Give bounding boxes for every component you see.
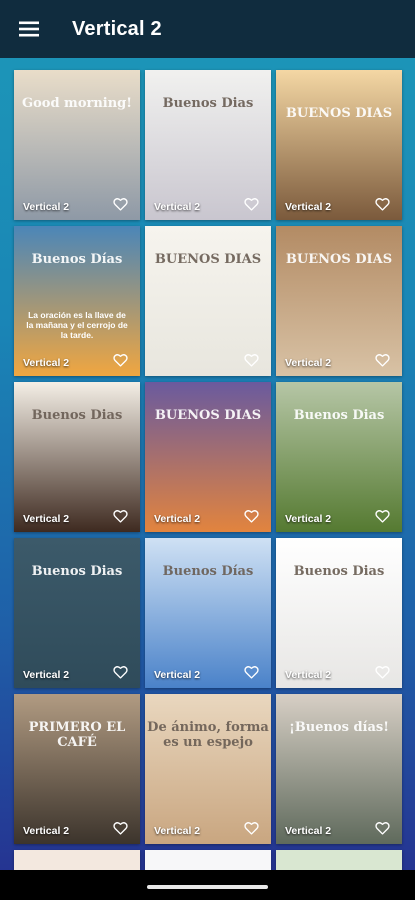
wallpaper-grid: Good morning! Vertical 2 Buenos Dias Vertic… bbox=[0, 58, 415, 870]
thumbnail-caption: De ánimo, forma es un espejo bbox=[147, 720, 269, 750]
card-label: Vertical 2 bbox=[154, 513, 201, 525]
wallpaper-card[interactable]: Buenos Dias Vertical 2 bbox=[145, 70, 271, 220]
thumbnail-caption: Buenos Dias bbox=[162, 96, 254, 111]
card-label: Vertical 2 bbox=[154, 201, 201, 213]
thumbnail-caption: BUENOS DIAS bbox=[154, 252, 262, 267]
thumbnail-caption: Buenos Dias bbox=[293, 408, 385, 423]
menu-button[interactable] bbox=[0, 0, 58, 58]
wallpaper-card[interactable]: Buenos Dias Vertical 2 bbox=[276, 538, 402, 688]
wallpaper-card[interactable] bbox=[276, 850, 402, 870]
thumbnail-caption: Buenos Dias bbox=[293, 564, 385, 579]
thumbnail-caption: Buenos Días bbox=[162, 564, 254, 579]
wallpaper-card[interactable]: Buenos Días Vertical 2 bbox=[145, 538, 271, 688]
wallpaper-card[interactable]: BUENOS DIAS Vertical 2 bbox=[276, 226, 402, 376]
card-label: Vertical 2 bbox=[23, 357, 70, 369]
wallpaper-card[interactable]: PRIMERO EL CAFÉ Vertical 2 bbox=[14, 694, 140, 844]
thumbnail-caption: BUENOS DIAS bbox=[285, 252, 393, 267]
heart-outline-icon[interactable] bbox=[113, 665, 128, 679]
wallpaper-card[interactable] bbox=[145, 850, 271, 870]
thumbnail-caption: PRIMERO EL CAFÉ bbox=[28, 720, 126, 750]
heart-outline-icon[interactable] bbox=[244, 197, 259, 211]
app-title: Vertical 2 bbox=[72, 17, 162, 40]
app-bar: Vertical 2 bbox=[0, 0, 415, 58]
card-label: Vertical 2 bbox=[285, 669, 332, 681]
wallpaper-card[interactable]: BUENOS DIAS Vertical 2 bbox=[276, 70, 402, 220]
heart-outline-icon[interactable] bbox=[244, 509, 259, 523]
heart-outline-icon[interactable] bbox=[244, 665, 259, 679]
thumbnail-caption: Good morning! bbox=[22, 96, 132, 111]
heart-outline-icon[interactable] bbox=[113, 197, 128, 211]
hamburger-menu-icon bbox=[19, 21, 39, 37]
thumbnail-caption: Buenos Días bbox=[31, 252, 123, 267]
thumbnail-caption: Buenos Dias bbox=[31, 408, 123, 423]
heart-outline-icon[interactable] bbox=[375, 509, 390, 523]
wallpaper-card[interactable] bbox=[14, 850, 140, 870]
card-label: Vertical 2 bbox=[23, 669, 70, 681]
heart-outline-icon[interactable] bbox=[375, 353, 390, 367]
thumbnail-caption: ¡Buenos días! bbox=[289, 720, 389, 735]
wallpaper-card[interactable]: BUENOS DIAS Vertical 2 bbox=[145, 382, 271, 532]
thumbnail-caption: BUENOS DIAS bbox=[154, 408, 262, 423]
heart-outline-icon[interactable] bbox=[244, 821, 259, 835]
card-label: Vertical 2 bbox=[23, 201, 70, 213]
card-label: Vertical 2 bbox=[285, 825, 332, 837]
card-label: Vertical 2 bbox=[154, 825, 201, 837]
wallpaper-card[interactable]: Buenos Dias Vertical 2 bbox=[276, 382, 402, 532]
card-label: Vertical 2 bbox=[285, 357, 332, 369]
heart-outline-icon[interactable] bbox=[113, 821, 128, 835]
thumbnail-quote: La oración es la llave de la mañana y el… bbox=[26, 310, 128, 340]
wallpaper-card[interactable]: ¡Buenos días! Vertical 2 bbox=[276, 694, 402, 844]
heart-outline-icon[interactable] bbox=[375, 665, 390, 679]
heart-outline-icon[interactable] bbox=[375, 197, 390, 211]
wallpaper-card[interactable]: Good morning! Vertical 2 bbox=[14, 70, 140, 220]
wallpaper-card[interactable]: De ánimo, forma es un espejo Vertical 2 bbox=[145, 694, 271, 844]
wallpaper-card[interactable]: Buenos Dias Vertical 2 bbox=[14, 538, 140, 688]
wallpaper-card[interactable]: BUENOS DIAS bbox=[145, 226, 271, 376]
card-label: Vertical 2 bbox=[285, 513, 332, 525]
card-label: Vertical 2 bbox=[23, 513, 70, 525]
card-label: Vertical 2 bbox=[285, 201, 332, 213]
home-indicator[interactable] bbox=[147, 885, 268, 889]
heart-outline-icon[interactable] bbox=[244, 353, 259, 367]
card-label: Vertical 2 bbox=[154, 669, 201, 681]
thumbnail-caption: BUENOS DIAS bbox=[285, 106, 393, 121]
heart-outline-icon[interactable] bbox=[113, 509, 128, 523]
wallpaper-card[interactable]: Buenos Dias Vertical 2 bbox=[14, 382, 140, 532]
heart-outline-icon[interactable] bbox=[375, 821, 390, 835]
heart-outline-icon[interactable] bbox=[113, 353, 128, 367]
wallpaper-card[interactable]: Buenos Días La oración es la llave de la … bbox=[14, 226, 140, 376]
card-label: Vertical 2 bbox=[23, 825, 70, 837]
system-nav-bar bbox=[0, 870, 415, 900]
thumbnail-caption: Buenos Dias bbox=[31, 564, 123, 579]
